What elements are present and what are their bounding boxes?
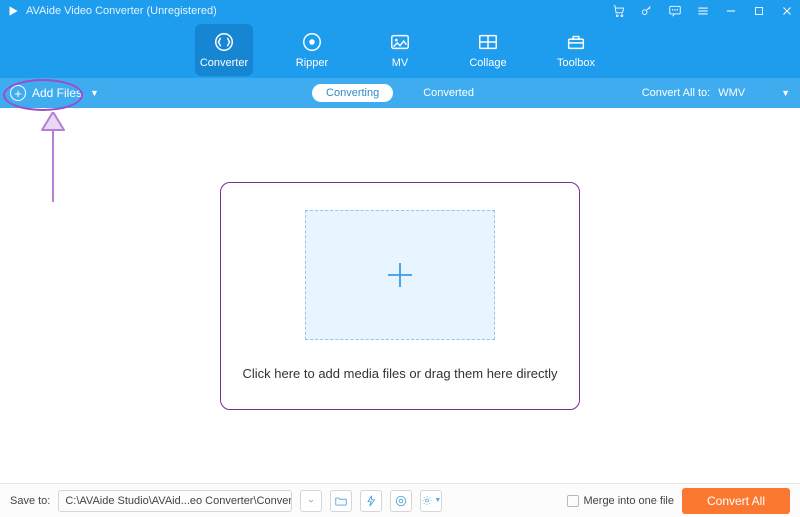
- toolbox-icon: [565, 31, 587, 53]
- ripper-icon: [301, 31, 323, 53]
- mv-icon: [389, 31, 411, 53]
- add-files-label: Add Files: [32, 86, 82, 100]
- title-bar: AVAide Video Converter (Unregistered): [0, 0, 800, 22]
- plus-circle-icon: +: [10, 85, 26, 101]
- chevron-down-icon: ▼: [781, 88, 790, 98]
- nav-toolbox[interactable]: Toolbox: [547, 24, 605, 76]
- app-logo-icon: [6, 4, 20, 18]
- nav-converter-label: Converter: [200, 57, 248, 69]
- chevron-down-icon: ▼: [90, 88, 99, 98]
- window-title: AVAide Video Converter (Unregistered): [26, 5, 217, 17]
- close-icon[interactable]: [780, 4, 794, 18]
- output-format-select[interactable]: WMV ▼: [718, 87, 790, 99]
- nav-collage-label: Collage: [469, 57, 506, 69]
- drop-zone[interactable]: [305, 210, 495, 340]
- key-icon[interactable]: [640, 4, 654, 18]
- add-files-button[interactable]: + Add Files ▼: [10, 85, 99, 101]
- nav-collage[interactable]: Collage: [459, 24, 517, 76]
- save-path-dropdown[interactable]: [300, 490, 322, 512]
- maximize-icon[interactable]: [752, 4, 766, 18]
- footer: Save to: C:\AVAide Studio\AVAid...eo Con…: [0, 483, 800, 517]
- tab-converted[interactable]: Converted: [409, 84, 488, 102]
- toolbar: + Add Files ▼ Converting Converted Conve…: [0, 78, 800, 108]
- save-path-field[interactable]: C:\AVAide Studio\AVAid...eo Converter\Co…: [58, 490, 292, 512]
- nav-ripper-label: Ripper: [296, 57, 328, 69]
- merge-checkbox[interactable]: Merge into one file: [567, 495, 675, 507]
- open-folder-button[interactable]: [330, 490, 352, 512]
- settings-button[interactable]: ▼: [420, 490, 442, 512]
- main-area: Click here to add media files or drag th…: [0, 108, 800, 483]
- drop-card[interactable]: Click here to add media files or drag th…: [220, 182, 580, 410]
- nav-ripper[interactable]: Ripper: [283, 24, 341, 76]
- cart-icon[interactable]: [612, 4, 626, 18]
- drop-text: Click here to add media files or drag th…: [242, 366, 557, 381]
- convert-all-button[interactable]: Convert All: [682, 488, 790, 514]
- chevron-down-icon: ▼: [434, 497, 441, 504]
- convert-all-label: Convert All to:: [642, 87, 710, 99]
- nav-mv[interactable]: MV: [371, 24, 429, 76]
- plus-icon: [382, 257, 418, 293]
- nav-converter[interactable]: Converter: [195, 24, 253, 76]
- save-to-label: Save to:: [10, 495, 50, 507]
- nav-toolbox-label: Toolbox: [557, 57, 595, 69]
- menu-icon[interactable]: [696, 4, 710, 18]
- nav-mv-label: MV: [392, 57, 409, 69]
- collage-icon: [477, 31, 499, 53]
- main-nav: Converter Ripper MV Collage Toolbox: [0, 22, 800, 78]
- feedback-icon[interactable]: [668, 4, 682, 18]
- converter-icon: [213, 31, 235, 53]
- high-speed-button[interactable]: [390, 490, 412, 512]
- tab-converting[interactable]: Converting: [312, 84, 393, 102]
- convert-all-group: Convert All to: WMV ▼: [642, 87, 790, 99]
- minimize-icon[interactable]: [724, 4, 738, 18]
- hardware-accel-button[interactable]: [360, 490, 382, 512]
- status-tabs: Converting Converted: [312, 84, 488, 102]
- output-format-value: WMV: [718, 87, 745, 99]
- checkbox-icon: [567, 495, 579, 507]
- merge-label: Merge into one file: [584, 495, 675, 507]
